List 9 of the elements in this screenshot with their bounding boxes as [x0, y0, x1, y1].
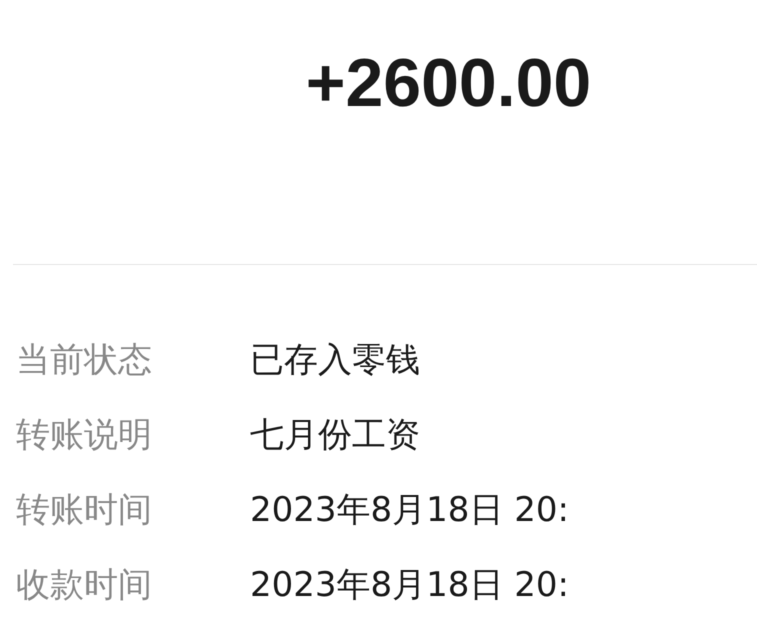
- detail-value: 2023年8月18日 20:: [250, 564, 569, 607]
- detail-value: 2023年8月18日 20:: [250, 489, 569, 532]
- detail-label: 转账时间: [15, 489, 153, 532]
- detail-label: 当前状态: [15, 339, 153, 382]
- detail-label: 转账说明: [15, 414, 153, 457]
- detail-label: 收款时间: [15, 564, 153, 607]
- detail-value: 七月份工资: [250, 414, 420, 457]
- detail-value: 已存入零钱: [250, 339, 420, 382]
- amount-text: +2600.00: [306, 44, 592, 123]
